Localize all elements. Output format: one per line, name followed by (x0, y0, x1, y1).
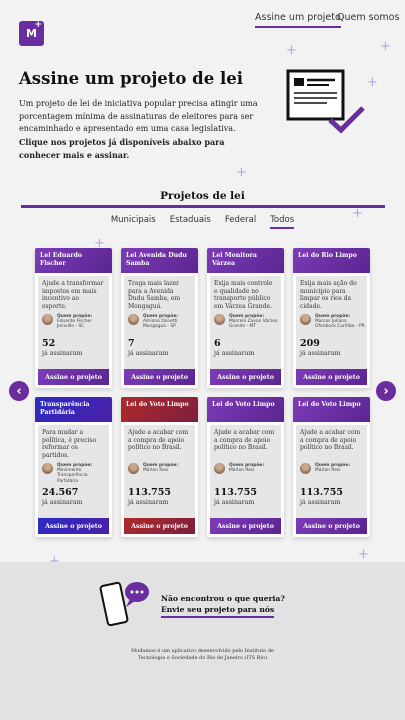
top-navigation: M Assine um projeto Quem somos (0, 0, 405, 46)
sign-project-button[interactable]: Assine o projeto (210, 369, 281, 385)
send-project-link[interactable]: Envie seu projeto para nós (161, 605, 275, 618)
signature-count: 113.755 (128, 487, 171, 498)
author-name: Márlon Reis (315, 468, 341, 474)
avatar (128, 463, 139, 474)
signature-label: já assinaram (300, 499, 341, 506)
footer-question: Não encontrou o que queria? (161, 594, 285, 603)
avatar (128, 314, 139, 325)
decor-plus-icon: + (380, 39, 391, 54)
carousel-next-button[interactable]: › (376, 381, 396, 401)
sign-project-button[interactable]: Assine o projeto (38, 518, 109, 534)
card-title: Transparência Partidária (35, 397, 112, 422)
signature-count: 52 (42, 338, 56, 349)
signature-label: já assinaram (214, 499, 255, 506)
app-logo[interactable]: M (19, 20, 44, 46)
footer-credit: Mudamos é um aplicativo desenvolvido pel… (130, 648, 274, 661)
signature-count: 7 (128, 338, 135, 349)
avatar (300, 463, 311, 474)
signature-count: 209 (300, 338, 320, 349)
tab-todos[interactable]: Todos (270, 215, 295, 229)
project-card[interactable]: Lei do Voto Limpo Ajude a acabar com a c… (293, 397, 370, 537)
phone-chat-icon (99, 581, 149, 627)
tab-estaduais[interactable]: Estaduais (170, 215, 211, 229)
signature-label: já assinaram (300, 350, 341, 357)
card-title: Lei Monitora Várzea (207, 248, 284, 273)
card-title: Lei do Voto Limpo (293, 397, 370, 422)
avatar (42, 314, 53, 325)
card-description: Exija mais ação do município para limpar… (300, 280, 357, 310)
page-title: Assine um projeto de lei (19, 69, 243, 88)
signature-count: 24.567 (42, 487, 79, 498)
author-name: Eduardo Fischer Joinville - SC (57, 319, 93, 330)
project-card[interactable]: Lei do Voto Limpo Ajude a acabar com a c… (207, 397, 284, 537)
card-title: Lei do Voto Limpo (121, 397, 198, 422)
card-description: Traga mais lazer para a Avenida Dudu Sam… (128, 280, 181, 310)
signature-label: já assinaram (214, 350, 255, 357)
avatar (214, 314, 225, 325)
project-card[interactable]: Lei Eduardo Fischer Ajude a transformar … (35, 248, 112, 388)
card-description: Exija mais controle e qualidade no trans… (214, 280, 273, 310)
avatar (300, 314, 311, 325)
carousel-prev-button[interactable]: ‹ (9, 381, 29, 401)
footer (0, 562, 405, 720)
document-check-icon (286, 69, 365, 134)
signature-count: 6 (214, 338, 221, 349)
signature-label: já assinaram (42, 499, 83, 506)
card-description: Ajude a acabar com a compra de apoio pol… (300, 429, 361, 451)
card-description: Para mudar a política, é preciso reforma… (42, 429, 97, 459)
project-card[interactable]: Lei Monitora Várzea Exija mais controle … (207, 248, 284, 388)
hero-text-bold: Clique nos projetos já disponíveis abaix… (19, 136, 225, 161)
author-name: Marcos Juliano Ofenbock Curitiba - PR (315, 319, 365, 330)
sign-project-button[interactable]: Assine o projeto (296, 518, 367, 534)
decor-plus-icon: + (236, 165, 247, 180)
project-card[interactable]: Lei do Voto Limpo Ajude a acabar com a c… (121, 397, 198, 537)
hero-description: Um projeto de lei de iniciativa popular … (19, 98, 264, 163)
avatar (42, 463, 53, 474)
nav-link-assine[interactable]: Assine um projeto (255, 12, 341, 28)
section-divider (21, 205, 385, 208)
card-description: Ajude a acabar com a compra de apoio pol… (214, 429, 275, 451)
sign-project-button[interactable]: Assine o projeto (124, 369, 195, 385)
sign-project-button[interactable]: Assine o projeto (210, 518, 281, 534)
author-name: Marcelo Zavan Várzea Grande - MT (229, 319, 278, 330)
card-title: Lei do Rio Limpo (293, 248, 370, 273)
hero-text: Um projeto de lei de iniciativa popular … (19, 99, 258, 133)
card-title: Lei Eduardo Fischer (35, 248, 112, 273)
author-name: Movimento Transparência Partidária (57, 468, 88, 484)
sign-project-button[interactable]: Assine o projeto (124, 518, 195, 534)
card-title: Lei Avenida Dudu Samba (121, 248, 198, 273)
section-title: Projetos de lei (160, 190, 245, 202)
avatar (214, 463, 225, 474)
sign-project-button[interactable]: Assine o projeto (296, 369, 367, 385)
card-description: Ajude a transformar impostos em mais inc… (42, 280, 104, 310)
decor-plus-icon: + (358, 547, 369, 562)
author-name: Márlon Reis (143, 468, 169, 474)
tab-federal[interactable]: Federal (225, 215, 256, 229)
tab-municipais[interactable]: Municipais (111, 215, 156, 229)
signature-label: já assinaram (42, 350, 83, 357)
card-description: Ajude a acabar com a compra de apoio pol… (128, 429, 189, 451)
decor-plus-icon: + (367, 75, 378, 90)
nav-link-quem-somos[interactable]: Quem somos (337, 12, 399, 23)
project-card[interactable]: Transparência Partidária Para mudar a po… (35, 397, 112, 537)
project-card[interactable]: Lei do Rio Limpo Exija mais ação do muni… (293, 248, 370, 388)
signature-count: 113.755 (300, 487, 343, 498)
decor-plus-icon: + (286, 43, 297, 58)
sign-project-button[interactable]: Assine o projeto (38, 369, 109, 385)
card-title: Lei do Voto Limpo (207, 397, 284, 422)
project-card[interactable]: Lei Avenida Dudu Samba Traga mais lazer … (121, 248, 198, 388)
signature-label: já assinaram (128, 350, 169, 357)
filter-tabs: Municipais Estaduais Federal Todos (0, 215, 405, 229)
signature-label: já assinaram (128, 499, 169, 506)
author-name: Adriano Donetti Mongaguá - SP (143, 319, 178, 330)
author-name: Márlon Reis (229, 468, 255, 474)
signature-count: 113.755 (214, 487, 257, 498)
